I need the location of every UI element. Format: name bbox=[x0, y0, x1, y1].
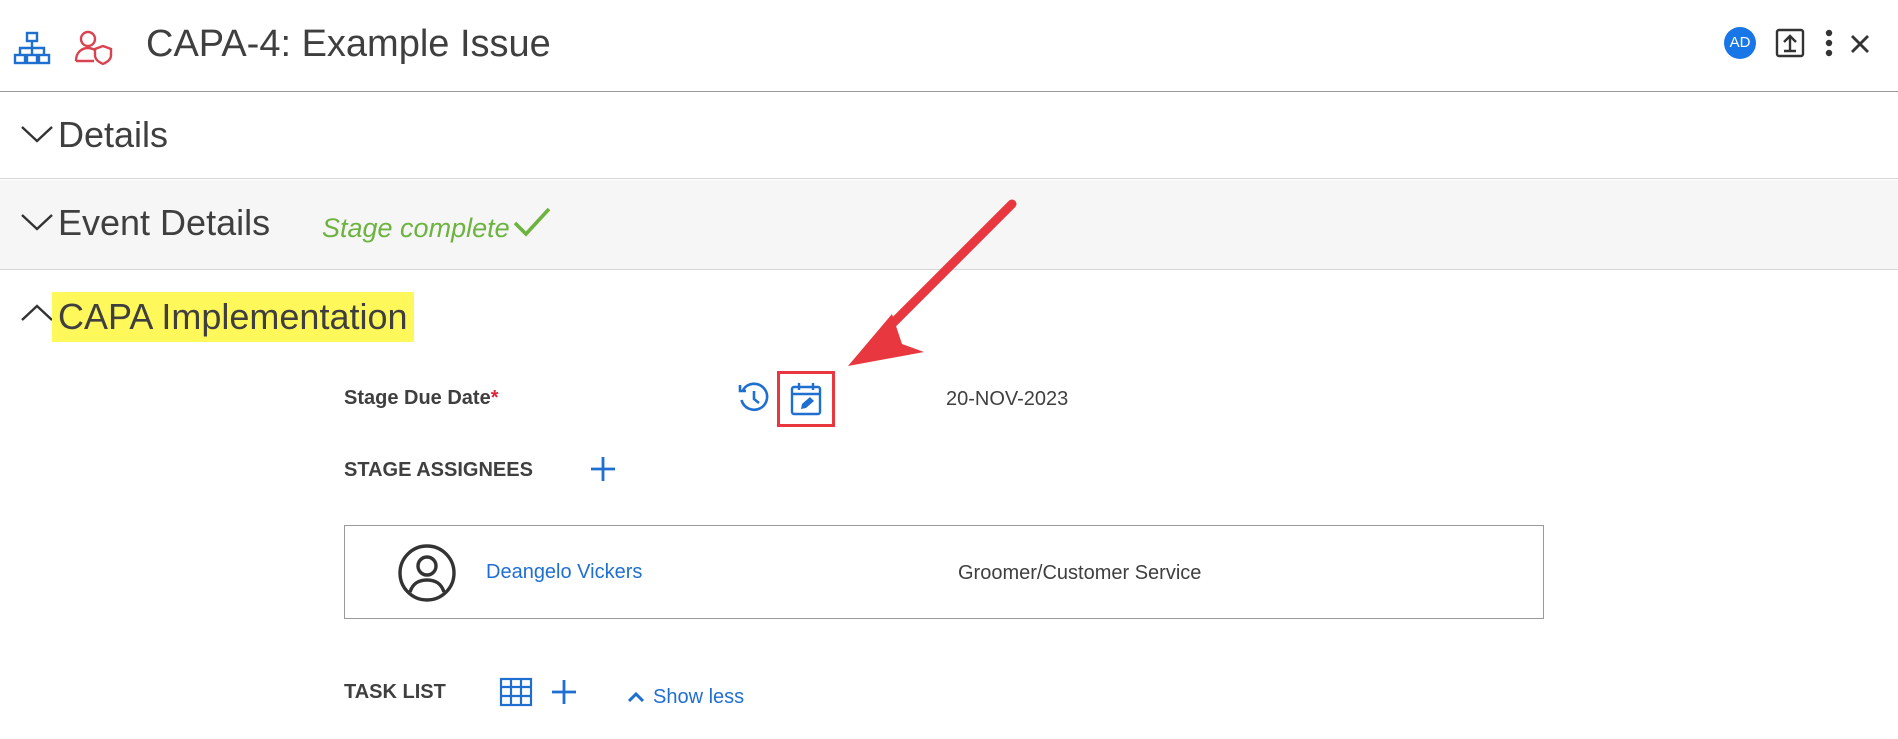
chevron-up-small-icon[interactable] bbox=[627, 690, 645, 704]
checkmark-icon bbox=[512, 205, 552, 239]
assignee-name-link[interactable]: Deangelo Vickers bbox=[486, 559, 642, 585]
avatar[interactable]: AD bbox=[1724, 27, 1756, 59]
chevron-down-icon[interactable] bbox=[20, 123, 54, 145]
history-icon[interactable] bbox=[737, 381, 771, 415]
export-icon[interactable] bbox=[1775, 28, 1805, 58]
section-title-capa-implementation[interactable]: CAPA Implementation bbox=[52, 292, 414, 342]
add-assignee-icon[interactable] bbox=[590, 456, 616, 482]
table-grid-icon[interactable] bbox=[499, 677, 533, 707]
section-title-event-details[interactable]: Event Details bbox=[58, 201, 270, 245]
kebab-menu-icon[interactable] bbox=[1822, 28, 1836, 58]
top-header: CAPA-4: Example Issue AD bbox=[0, 0, 1898, 92]
stage-due-date-value: 20-NOV-2023 bbox=[946, 388, 1069, 410]
annotation-arrow-icon bbox=[840, 196, 1020, 370]
page-title: CAPA-4: Example Issue bbox=[146, 23, 551, 65]
section-title-details[interactable]: Details bbox=[58, 113, 168, 157]
user-shield-icon[interactable] bbox=[72, 28, 116, 66]
close-icon[interactable] bbox=[1847, 31, 1873, 57]
required-marker: * bbox=[490, 387, 499, 409]
add-task-icon[interactable] bbox=[551, 679, 577, 705]
stage-due-date-label: Stage Due Date* bbox=[344, 385, 499, 411]
stage-due-date-label-text: Stage Due Date bbox=[344, 387, 491, 409]
chevron-up-icon[interactable] bbox=[20, 302, 54, 324]
stage-complete-status: Stage complete bbox=[322, 213, 510, 243]
user-avatar-icon bbox=[397, 543, 457, 603]
show-less-link[interactable]: Show less bbox=[653, 684, 744, 710]
assignee-role: Groomer/Customer Service bbox=[958, 562, 1202, 584]
section-details[interactable]: Details bbox=[0, 93, 1898, 179]
chevron-down-icon[interactable] bbox=[20, 211, 54, 233]
assignee-card: Deangelo Vickers Groomer/Customer Servic… bbox=[344, 525, 1544, 619]
org-chart-icon[interactable] bbox=[12, 30, 52, 66]
stage-assignees-label: STAGE ASSIGNEES bbox=[344, 459, 533, 481]
edit-calendar-icon[interactable] bbox=[789, 381, 823, 417]
task-list-label: TASK LIST bbox=[344, 681, 446, 703]
